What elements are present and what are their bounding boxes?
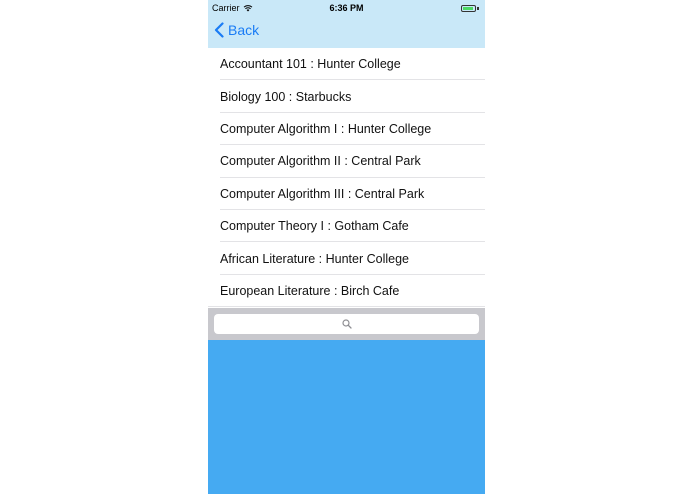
list-item[interactable]: Computer Algorithm I : Hunter College — [208, 113, 485, 146]
list-item-label: Computer Theory I : Gotham Cafe — [220, 219, 409, 234]
phone-screen: Carrier 6:36 PM Back Accountant 101: Hu… — [208, 0, 485, 494]
list-item-label: European Literature : Birch Cafe — [220, 283, 400, 298]
battery-nub — [477, 6, 479, 10]
map-placeholder-area — [208, 340, 485, 494]
list-item[interactable]: Computer Algorithm II : Central Park — [208, 145, 485, 178]
battery-icon — [461, 4, 479, 12]
battery-body — [461, 4, 476, 12]
list-item-label: African Literature : Hunter College — [220, 251, 409, 266]
search-input[interactable] — [214, 314, 479, 334]
list-item-label: Biology 100 : Starbucks — [220, 89, 352, 104]
list-item[interactable]: Biology 100 : Starbucks — [208, 80, 485, 114]
search-bar — [208, 308, 485, 340]
course-list: Accountant 101 : Hunter College Biology … — [208, 48, 485, 308]
list-item-label: Computer Algorithm II : Central Park — [220, 154, 421, 169]
status-time: 6:36 PM — [329, 3, 364, 13]
list-item-label: Computer Algorithm III : Central Park — [220, 186, 425, 201]
back-button-label: Back — [228, 22, 260, 38]
navigation-bar: Back — [208, 16, 485, 48]
list-item-label: Accountant 101 : Hunter College — [220, 57, 401, 72]
list-item-label: Computer Algorithm I : Hunter College — [220, 121, 432, 136]
chevron-left-icon — [214, 22, 224, 38]
list-item[interactable]: African Literature : Hunter College — [208, 242, 485, 276]
search-field[interactable] — [214, 314, 479, 334]
status-bar: Carrier 6:36 PM — [208, 0, 485, 16]
list-item[interactable]: Computer Theory I : Gotham Cafe — [208, 210, 485, 243]
page: Carrier 6:36 PM Back Accountant 101: Hu… — [0, 0, 695, 494]
list-item[interactable]: European Literature : Birch Cafe — [208, 275, 485, 308]
list-item[interactable]: Computer Algorithm III : Central Park — [208, 178, 485, 211]
list-item[interactable]: Accountant 101 : Hunter College — [208, 48, 485, 81]
back-button[interactable]: Back — [214, 22, 259, 38]
battery-fill — [463, 6, 473, 10]
